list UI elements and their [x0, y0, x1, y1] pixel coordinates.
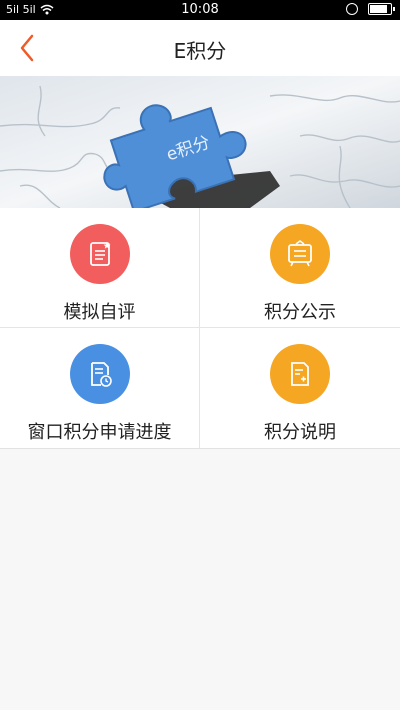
- alarm-icon: [346, 3, 358, 15]
- status-bar: 5il 5il 10:08: [0, 0, 400, 20]
- menu-item-window-points-application-progress[interactable]: 窗口积分申请进度: [0, 328, 200, 448]
- notice-board-icon: [270, 224, 330, 284]
- menu-label: 积分公示: [264, 302, 336, 323]
- menu-label: 模拟自评: [63, 302, 136, 323]
- document-star-icon: [69, 224, 130, 284]
- document-clock-icon: [69, 344, 130, 404]
- menu-item-points-description[interactable]: 积分说明: [200, 328, 400, 448]
- menu-item-simulated-self-evaluation[interactable]: 模拟自评: [0, 208, 200, 328]
- menu-grid: 模拟自评 积分公示 窗口积分申请进度 积分说明: [0, 208, 400, 449]
- document-plus-icon: [270, 344, 330, 404]
- menu-label: 窗口积分申请进度: [27, 422, 172, 443]
- page-title: E积分: [173, 39, 227, 63]
- puzzle-banner: e积分: [0, 76, 400, 208]
- menu-item-points-announcement[interactable]: 积分公示: [200, 208, 400, 328]
- battery-icon: [368, 3, 395, 15]
- menu-label: 积分说明: [264, 422, 336, 443]
- status-time: 10:08: [181, 2, 219, 17]
- banner-image: e积分: [0, 76, 400, 208]
- nav-bar: E积分: [0, 20, 400, 77]
